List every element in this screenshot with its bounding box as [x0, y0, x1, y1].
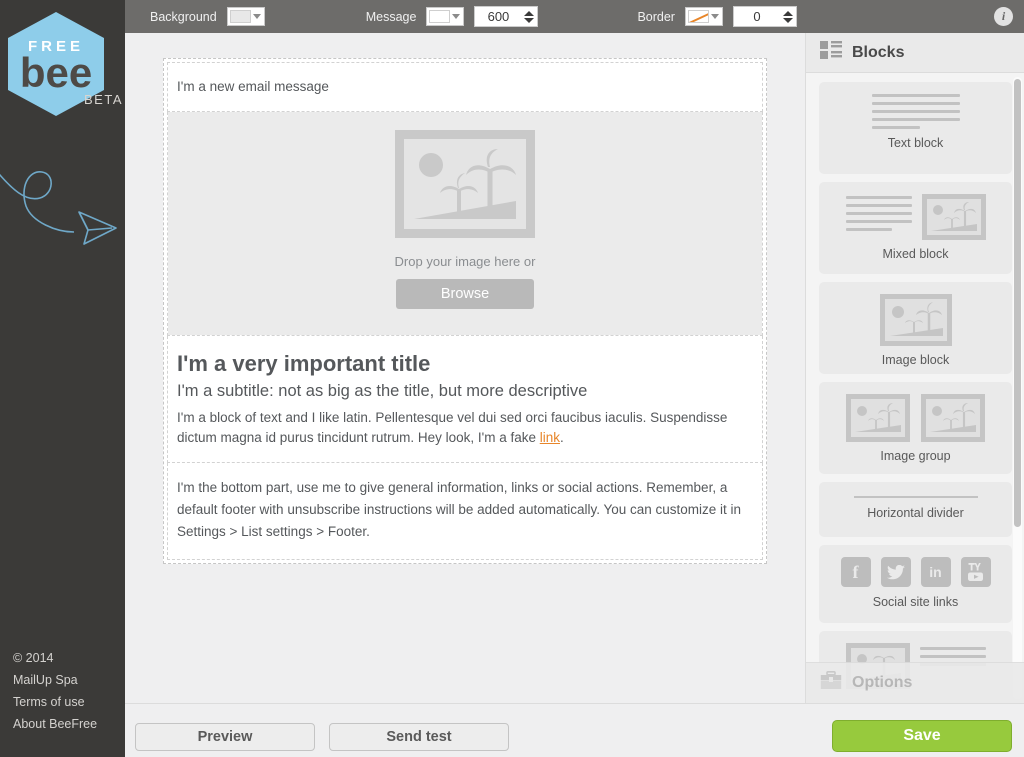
sidebar-link-mailup[interactable]: MailUp Spa: [13, 669, 97, 691]
chevron-down-icon: [710, 14, 719, 19]
background-color-chip: [229, 10, 251, 23]
message-color-picker[interactable]: [426, 7, 465, 26]
send-test-button[interactable]: Send test: [329, 723, 509, 751]
border-width-value: 0: [753, 9, 761, 24]
sidebar-link-copyright: © 2014: [13, 651, 54, 665]
chevron-down-icon: [252, 14, 261, 19]
stepper-down-icon[interactable]: [782, 17, 793, 23]
email-paragraph: I'm a block of text and I like latin. Pe…: [177, 408, 753, 448]
options-title: Options: [852, 674, 913, 691]
image-dropzone[interactable]: Drop your image here or Browse: [168, 112, 762, 335]
email-row-image[interactable]: Drop your image here or Browse: [167, 112, 763, 336]
blocks-panel-title: Blocks: [852, 43, 905, 61]
sidebar-links: © 2014 MailUp Spa Terms of use About Bee…: [13, 647, 97, 735]
sidebar-link-terms[interactable]: Terms of use: [13, 691, 97, 713]
blocks-scroll-area: Text block Mixed block Image block Image…: [806, 74, 1024, 703]
background-color-picker[interactable]: [226, 7, 265, 26]
block-label: Mixed block: [882, 247, 949, 261]
save-button[interactable]: Save: [832, 720, 1012, 752]
email-row-body[interactable]: I'm a very important title I'm a subtitl…: [167, 336, 763, 463]
block-card-mixed-block[interactable]: Mixed block: [819, 182, 1012, 274]
two-images-icon: [846, 394, 985, 442]
border-label: Border: [637, 9, 675, 24]
image-icon: [879, 294, 952, 346]
border-color-picker[interactable]: [684, 7, 723, 26]
background-control-group: Background: [150, 0, 265, 33]
email-subtitle: I'm a subtitle: not as big as the title,…: [177, 382, 588, 400]
email-header-text: I'm a new email message: [177, 79, 329, 94]
email-canvas: I'm a new email message Drop your image …: [125, 33, 805, 703]
toolbox-icon: [820, 671, 842, 695]
email-message-container[interactable]: I'm a new email message Drop your image …: [163, 58, 767, 564]
block-card-horizontal-divider[interactable]: Horizontal divider: [819, 482, 1012, 537]
options-bar[interactable]: Options: [806, 662, 1024, 703]
social-icons-row: f in: [840, 557, 991, 587]
top-toolbar: Background Message 600 Border 0 i: [125, 0, 1024, 33]
block-card-text-block[interactable]: Text block: [819, 82, 1012, 174]
email-row-header[interactable]: I'm a new email message: [167, 62, 763, 112]
paper-plane-icon: [0, 171, 117, 245]
message-control-group: Message 600: [366, 0, 539, 33]
border-width-input[interactable]: 0: [732, 6, 797, 27]
logo-beta-badge: BETA: [84, 92, 123, 107]
chevron-down-icon: [452, 14, 461, 19]
divider-icon: [853, 496, 978, 498]
linkedin-icon: in: [920, 557, 951, 587]
email-title: I'm a very important title: [177, 351, 431, 376]
background-label: Background: [150, 9, 217, 24]
beefree-logo[interactable]: FREE bee BETA: [8, 12, 122, 116]
blocks-list: Text block Mixed block Image block Image…: [806, 74, 1024, 703]
blocks-panel-header: Blocks: [806, 33, 1024, 73]
message-width-input[interactable]: 600: [474, 6, 539, 27]
dropzone-text: Drop your image here or: [394, 254, 536, 269]
border-control-group: Border 0: [637, 0, 797, 33]
message-color-chip: [429, 10, 451, 23]
sidebar-link-about[interactable]: About BeeFree: [13, 713, 97, 735]
youtube-icon: [960, 557, 991, 587]
email-row-footer[interactable]: I'm the bottom part, use me to give gene…: [167, 463, 763, 560]
text-and-image-icon: [845, 194, 986, 240]
message-width-stepper[interactable]: [521, 7, 537, 26]
stepper-up-icon[interactable]: [782, 10, 793, 16]
block-card-social-site-links[interactable]: f in Social site links: [819, 545, 1012, 623]
blocks-scrollbar-thumb[interactable]: [1014, 79, 1021, 527]
stepper-down-icon[interactable]: [524, 17, 535, 23]
paragraph-text-before-link: I'm a block of text and I like latin. Pe…: [177, 410, 728, 445]
fake-link[interactable]: link: [540, 430, 560, 445]
email-footer-text: I'm the bottom part, use me to give gene…: [177, 480, 742, 539]
message-label: Message: [365, 9, 417, 24]
preview-button[interactable]: Preview: [135, 723, 315, 751]
border-color-chip-none: [687, 10, 709, 23]
block-label: Social site links: [872, 595, 959, 609]
block-card-image-group[interactable]: Image group: [819, 382, 1012, 474]
block-label: Horizontal divider: [867, 506, 964, 520]
border-width-stepper[interactable]: [780, 7, 796, 26]
info-icon[interactable]: i: [994, 7, 1013, 26]
stepper-up-icon[interactable]: [524, 10, 535, 16]
bottom-footer: Preview Send test Save: [125, 703, 1024, 757]
browse-button[interactable]: Browse: [396, 279, 534, 309]
block-label: Image group: [880, 449, 951, 463]
block-card-image-block[interactable]: Image block: [819, 282, 1012, 374]
block-label: Text block: [887, 136, 944, 150]
twitter-icon: [880, 557, 911, 587]
message-width-value: 600: [487, 9, 510, 24]
logo-bee-text: bee: [19, 49, 93, 96]
paragraph-text-after-link: .: [560, 430, 564, 445]
block-label: Image block: [881, 353, 950, 367]
facebook-icon: f: [840, 557, 871, 587]
text-lines-icon: [871, 94, 960, 129]
app-root: FREE bee BETA © 2014 MailUp Spa Terms of…: [0, 0, 1024, 757]
blocks-panel: Blocks Text block Mixed block Image bloc…: [805, 33, 1024, 703]
left-sidebar: FREE bee BETA © 2014 MailUp Spa Terms of…: [0, 0, 125, 757]
list-layout-icon: [820, 41, 842, 64]
image-placeholder-icon: [395, 130, 535, 238]
blocks-scrollbar-track[interactable]: [1013, 77, 1022, 699]
